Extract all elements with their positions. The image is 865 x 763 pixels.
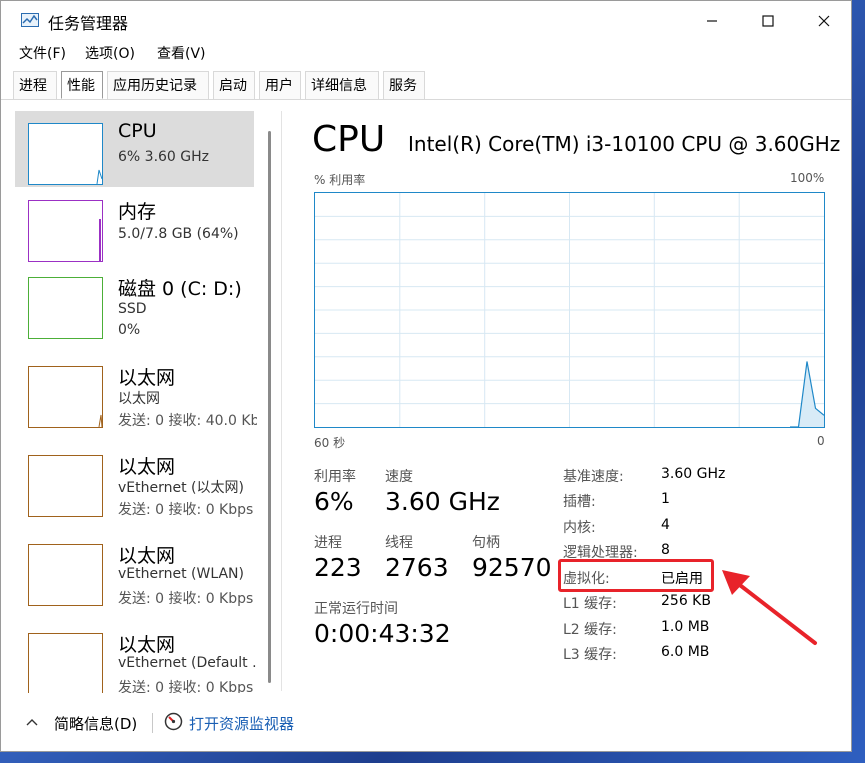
detail-title: CPU	[312, 119, 386, 160]
performance-list: CPU 6% 3.60 GHz 内存 5.0/7.8 GB (64%) 磁盘 0…	[15, 111, 257, 693]
disk-thumbnail-graph	[28, 277, 103, 339]
spec-label-l1-cache: L1 缓存:	[563, 596, 617, 612]
left-panel-scrollbar[interactable]	[268, 131, 271, 683]
title-bar: 任务管理器	[1, 1, 851, 39]
perf-item-title: 以太网	[118, 634, 176, 656]
processes-label: 进程	[314, 535, 342, 551]
perf-item-detail: 发送: 0 接收: 0 Kbps	[118, 502, 254, 518]
spec-value-l2-cache: 1.0 MB	[661, 619, 710, 635]
perf-item-title: 内存	[118, 201, 157, 223]
spec-value-l3-cache: 6.0 MB	[661, 644, 710, 660]
tab-details[interactable]: 详细信息	[305, 71, 379, 99]
memory-thumbnail-graph	[28, 200, 103, 262]
processes-value: 223	[314, 553, 362, 582]
tab-performance[interactable]: 性能	[61, 71, 103, 99]
graph-x-right: 0	[817, 434, 825, 448]
footer-bar: 简略信息(D) 打开资源监视器	[1, 701, 851, 746]
handles-value: 92570	[472, 553, 552, 582]
utilization-label: 利用率	[314, 469, 356, 485]
perf-item-ethernet[interactable]: 以太网 以太网 发送: 0 接收: 40.0 Kbps	[15, 354, 257, 430]
perf-item-detail: 0%	[118, 322, 141, 338]
close-button[interactable]	[799, 5, 849, 35]
menu-options[interactable]: 选项(O)	[85, 43, 135, 63]
maximize-icon	[762, 14, 774, 27]
tab-processes[interactable]: 进程	[13, 71, 57, 99]
perf-item-ethernet[interactable]: 以太网 vEthernet (WLAN) 发送: 0 接收: 0 Kbps	[15, 532, 254, 608]
speed-label: 速度	[385, 469, 413, 485]
perf-item-detail: 6% 3.60 GHz	[118, 149, 210, 165]
tab-startup[interactable]: 启动	[213, 71, 255, 99]
spec-label-l3-cache: L3 缓存:	[563, 647, 617, 663]
minimize-icon	[707, 19, 717, 22]
minimize-button[interactable]	[687, 5, 737, 35]
spec-label-l2-cache: L2 缓存:	[563, 622, 617, 638]
ethernet-thumbnail-graph	[28, 366, 103, 428]
footer-separator	[152, 713, 153, 733]
annotation-arrow-icon	[722, 570, 817, 645]
ethernet-thumbnail-graph	[28, 544, 103, 606]
menu-view[interactable]: 查看(V)	[157, 43, 206, 63]
graph-y-label: % 利用率	[314, 173, 366, 187]
tab-app-history[interactable]: 应用历史记录	[107, 71, 209, 99]
perf-item-memory[interactable]: 内存 5.0/7.8 GB (64%)	[15, 188, 254, 264]
uptime-value: 0:00:43:32	[314, 619, 451, 648]
handles-label: 句柄	[472, 535, 500, 551]
spec-label-cores: 内核:	[563, 520, 596, 536]
chevron-up-icon[interactable]	[25, 715, 39, 729]
perf-item-title: 以太网	[118, 545, 176, 567]
spec-label-sockets: 插槽:	[563, 494, 596, 510]
perf-item-ethernet[interactable]: 以太网 vEthernet (Default ... 发送: 0 接收: 0 K…	[15, 621, 257, 693]
ethernet-thumbnail-graph	[28, 633, 103, 693]
perf-item-title: 以太网	[118, 367, 176, 389]
spec-value-base-speed: 3.60 GHz	[661, 466, 726, 482]
spec-value-l1-cache: 256 KB	[661, 593, 711, 609]
resource-monitor-icon[interactable]	[164, 712, 183, 731]
perf-item-detail: 5.0/7.8 GB (64%)	[118, 226, 239, 242]
menu-file[interactable]: 文件(F)	[19, 43, 66, 63]
task-manager-app-icon	[21, 13, 39, 27]
tab-users[interactable]: 用户	[259, 71, 301, 99]
perf-item-detail: 发送: 0 接收: 0 Kbps	[118, 680, 254, 693]
window-title: 任务管理器	[48, 14, 129, 33]
perf-item-detail: SSD	[118, 301, 147, 317]
perf-item-disk[interactable]: 磁盘 0 (C: D:) SSD 0%	[15, 265, 254, 341]
perf-item-title: 磁盘 0 (C: D:)	[118, 278, 242, 300]
ethernet-thumbnail-graph	[28, 455, 103, 517]
maximize-button[interactable]	[743, 5, 793, 35]
open-resource-monitor-link[interactable]: 打开资源监视器	[189, 713, 294, 734]
panel-divider	[281, 111, 282, 691]
perf-item-detail: vEthernet (以太网)	[118, 480, 244, 496]
threads-label: 线程	[385, 535, 413, 551]
graph-y-max: 100%	[790, 171, 825, 185]
cpu-thumbnail-graph	[28, 123, 103, 185]
fewer-details-button[interactable]: 简略信息(D)	[54, 713, 137, 734]
perf-item-detail: 发送: 0 接收: 0 Kbps	[118, 591, 254, 607]
perf-item-detail: vEthernet (WLAN)	[118, 566, 244, 582]
cpu-usage-area	[790, 361, 824, 427]
spec-value-sockets: 1	[661, 491, 670, 507]
threads-value: 2763	[385, 553, 449, 582]
perf-item-ethernet[interactable]: 以太网 vEthernet (以太网) 发送: 0 接收: 0 Kbps	[15, 443, 254, 519]
speed-value: 3.60 GHz	[385, 487, 500, 516]
cpu-model-name: Intel(R) Core(TM) i3-10100 CPU @ 3.60GHz	[408, 132, 841, 156]
graph-x-left: 60 秒	[314, 436, 346, 450]
cpu-utilization-graph	[314, 192, 825, 428]
spec-value-cores: 4	[661, 517, 670, 533]
virtualization-highlight-box	[558, 559, 714, 592]
uptime-label: 正常运行时间	[314, 601, 398, 617]
tab-services[interactable]: 服务	[383, 71, 425, 99]
perf-item-title: CPU	[118, 120, 157, 142]
perf-item-detail: 以太网	[118, 391, 160, 407]
perf-item-detail: 发送: 0 接收: 40.0 Kbps	[118, 413, 257, 429]
close-icon	[818, 15, 830, 26]
perf-item-detail: vEthernet (Default ...	[118, 655, 257, 671]
spec-value-logical-processors: 8	[661, 542, 670, 558]
utilization-value: 6%	[314, 487, 354, 516]
spec-label-base-speed: 基准速度:	[563, 469, 624, 485]
perf-item-title: 以太网	[118, 456, 176, 478]
tab-divider	[1, 99, 851, 100]
perf-item-cpu[interactable]: CPU 6% 3.60 GHz	[15, 111, 254, 187]
